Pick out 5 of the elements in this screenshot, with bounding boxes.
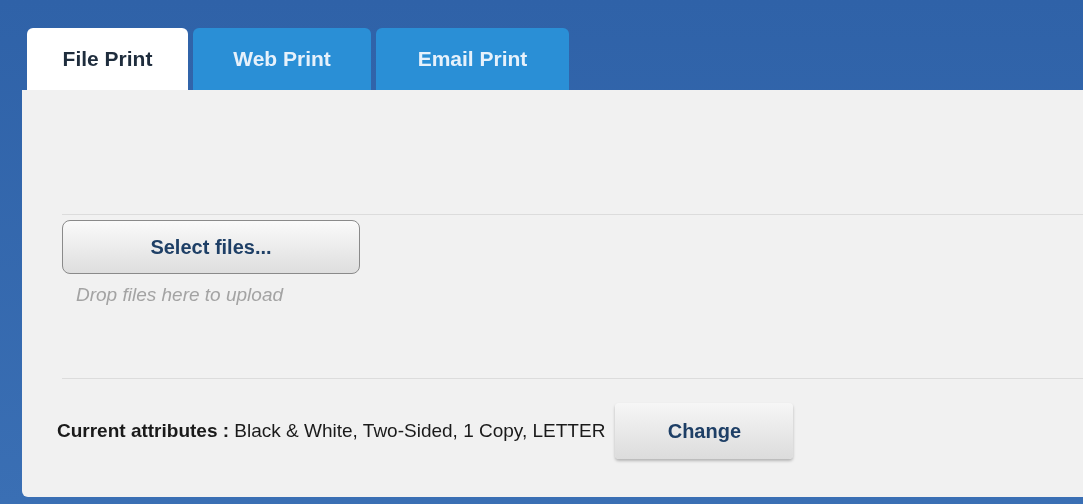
- drop-hint: Drop files here to upload: [76, 284, 283, 306]
- change-button[interactable]: Change: [615, 403, 794, 459]
- current-attributes-text: Current attributes : Black & White, Two-Sided, 1 Copy, LETTER: [57, 420, 606, 442]
- tab[interactable]: File Print: [27, 28, 188, 90]
- select-files-button[interactable]: Select files...: [62, 220, 360, 274]
